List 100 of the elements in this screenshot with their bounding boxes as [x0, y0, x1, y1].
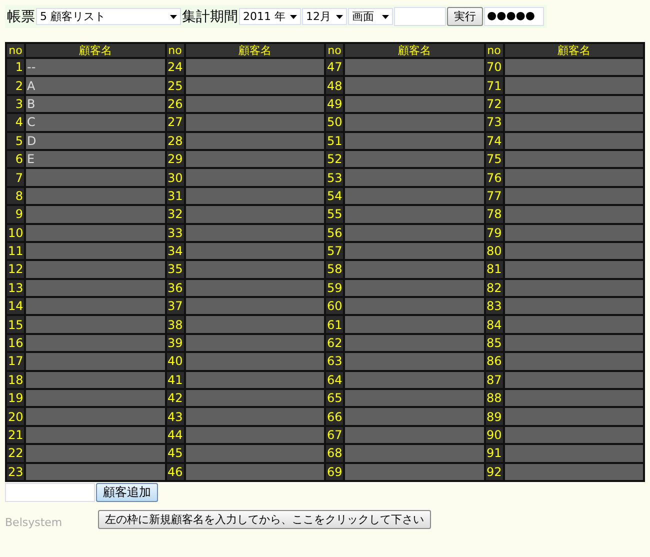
customer-name-cell[interactable] [504, 224, 643, 241]
customer-name-cell[interactable] [186, 445, 324, 462]
customer-name-cell[interactable] [186, 298, 324, 314]
customer-name-cell[interactable] [345, 114, 484, 131]
customer-name-cell[interactable]: B [26, 96, 164, 112]
customer-name-cell[interactable] [504, 114, 643, 131]
customer-name-cell[interactable]: A [26, 77, 164, 94]
customer-name-cell[interactable] [504, 169, 643, 186]
customer-name-cell[interactable] [345, 261, 484, 278]
customer-name-cell[interactable] [504, 464, 643, 480]
add-customer-button[interactable]: 顧客追加 [96, 482, 158, 502]
customer-name-cell[interactable] [345, 169, 484, 186]
customer-name-cell[interactable] [345, 445, 484, 462]
customer-name-cell[interactable] [504, 77, 643, 94]
customer-name-cell[interactable] [345, 188, 484, 204]
customer-name-cell[interactable] [26, 445, 164, 462]
output-select[interactable]: 画面 [348, 8, 393, 25]
customer-name-cell[interactable] [504, 206, 643, 223]
customer-name-cell[interactable] [26, 169, 164, 186]
customer-name-cell[interactable] [26, 206, 164, 223]
customer-name-cell[interactable] [26, 353, 164, 370]
customer-name-cell[interactable] [26, 334, 164, 352]
customer-name-cell[interactable] [504, 298, 643, 314]
customer-name-cell[interactable] [186, 188, 324, 204]
report-select[interactable]: 5 顧客リスト [36, 8, 181, 25]
month-select[interactable]: 12月 [302, 8, 347, 25]
customer-name-cell[interactable] [186, 334, 324, 352]
customer-name-cell[interactable] [504, 316, 643, 333]
customer-name-cell[interactable] [504, 132, 643, 149]
customer-name-cell[interactable] [26, 316, 164, 333]
customer-name-cell[interactable]: C [26, 114, 164, 131]
customer-name-cell[interactable] [186, 353, 324, 370]
customer-name-cell[interactable] [504, 96, 643, 112]
customer-name-cell[interactable] [504, 334, 643, 352]
customer-name-cell[interactable] [186, 114, 324, 131]
customer-name-input[interactable] [5, 482, 95, 502]
customer-name-cell[interactable] [26, 224, 164, 241]
customer-name-cell[interactable] [26, 372, 164, 388]
customer-name-cell[interactable] [504, 372, 643, 388]
customer-name-cell[interactable] [26, 408, 164, 425]
customer-name-cell[interactable] [504, 59, 643, 76]
customer-name-cell[interactable] [26, 280, 164, 296]
customer-name-cell[interactable] [345, 334, 484, 352]
customer-name-cell[interactable] [186, 280, 324, 296]
customer-name-cell[interactable] [345, 298, 484, 314]
input-field[interactable] [394, 7, 446, 26]
customer-name-cell[interactable] [186, 224, 324, 241]
customer-name-cell[interactable] [186, 261, 324, 278]
year-select[interactable]: 2011 年 [239, 8, 301, 25]
customer-name-cell[interactable] [26, 188, 164, 204]
customer-name-cell[interactable] [26, 298, 164, 314]
customer-name-cell[interactable] [186, 150, 324, 168]
customer-name-cell[interactable] [186, 426, 324, 444]
customer-name-cell[interactable] [504, 390, 643, 406]
customer-name-cell[interactable] [186, 242, 324, 260]
password-field[interactable]: ●●●●● [484, 7, 544, 26]
customer-name-cell[interactable] [504, 150, 643, 168]
customer-name-cell[interactable] [26, 426, 164, 444]
customer-name-cell[interactable] [186, 390, 324, 406]
customer-name-cell[interactable] [504, 188, 643, 204]
run-button[interactable]: 実行 [447, 7, 483, 26]
customer-name-cell[interactable] [345, 96, 484, 112]
customer-name-cell[interactable] [504, 353, 643, 370]
customer-name-cell[interactable]: -- [26, 59, 164, 76]
customer-name-cell[interactable] [186, 206, 324, 223]
customer-name-cell[interactable] [345, 77, 484, 94]
customer-name-cell[interactable] [345, 390, 484, 406]
customer-name-cell[interactable] [504, 408, 643, 425]
customer-name-cell[interactable] [26, 261, 164, 278]
hint-button[interactable]: 左の枠に新規顧客名を入力してから、ここをクリックして下さい [98, 510, 432, 529]
customer-name-cell[interactable] [345, 59, 484, 76]
customer-name-cell[interactable] [345, 242, 484, 260]
customer-name-cell[interactable] [345, 280, 484, 296]
customer-name-cell[interactable] [26, 464, 164, 480]
customer-name-cell[interactable] [345, 206, 484, 223]
customer-name-cell[interactable] [345, 372, 484, 388]
customer-name-cell[interactable] [504, 426, 643, 444]
customer-name-cell[interactable]: E [26, 150, 164, 168]
customer-name-cell[interactable] [186, 408, 324, 425]
customer-name-cell[interactable] [345, 353, 484, 370]
customer-name-cell[interactable] [504, 445, 643, 462]
customer-name-cell[interactable] [504, 280, 643, 296]
customer-name-cell[interactable] [186, 169, 324, 186]
customer-name-cell[interactable] [345, 150, 484, 168]
customer-name-cell[interactable] [186, 59, 324, 76]
customer-name-cell[interactable] [345, 132, 484, 149]
customer-name-cell[interactable] [26, 390, 164, 406]
customer-name-cell[interactable] [186, 372, 324, 388]
customer-name-cell[interactable] [186, 132, 324, 149]
customer-name-cell[interactable] [26, 242, 164, 260]
customer-name-cell[interactable] [504, 242, 643, 260]
customer-name-cell[interactable] [345, 224, 484, 241]
customer-name-cell[interactable] [504, 261, 643, 278]
customer-name-cell[interactable] [186, 316, 324, 333]
customer-name-cell[interactable] [186, 464, 324, 480]
customer-name-cell[interactable] [345, 316, 484, 333]
customer-name-cell[interactable] [186, 77, 324, 94]
customer-name-cell[interactable]: D [26, 132, 164, 149]
customer-name-cell[interactable] [345, 408, 484, 425]
customer-name-cell[interactable] [186, 96, 324, 112]
